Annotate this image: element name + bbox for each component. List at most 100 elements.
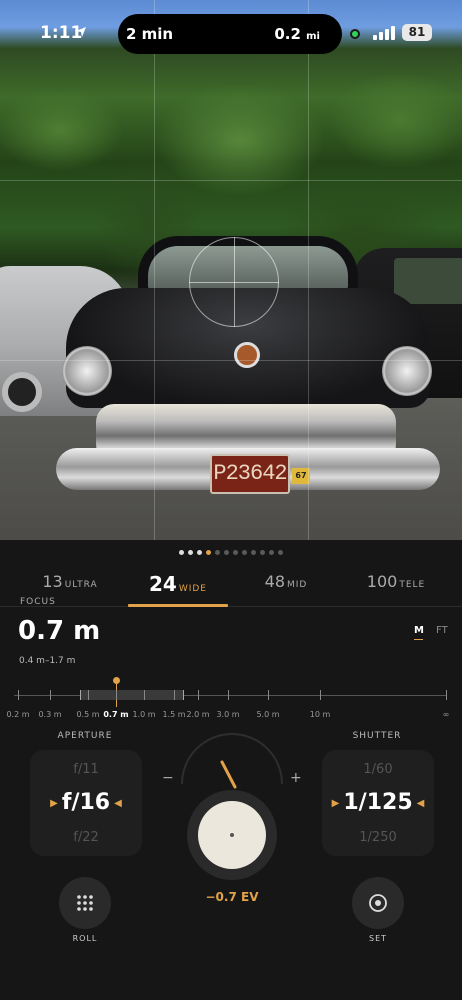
lens-wide-name: WIDE [178, 584, 207, 594]
focus-scale-label: 0.2 m [6, 710, 30, 719]
page-dots[interactable] [0, 550, 462, 556]
shutter-current-value: 1/125 [343, 790, 413, 815]
focus-scale-tick [320, 690, 321, 700]
focus-scale-label: 2.0 m [186, 710, 210, 719]
focus-scale-label: 0.5 m [76, 710, 100, 719]
viewfinder[interactable]: P23642 67 [0, 0, 462, 540]
car-headlight-right [382, 346, 432, 396]
page-dot[interactable] [269, 550, 274, 555]
arrow-right-icon: ▶ [50, 797, 58, 809]
aperture-current-value: f/16 [61, 790, 111, 815]
cellular-signal-icon [373, 26, 399, 40]
arrow-left-icon: ◀ [114, 797, 122, 809]
page-dot[interactable] [242, 550, 247, 555]
depth-of-field-band [80, 690, 184, 700]
focus-scale-label: ∞ [442, 710, 450, 719]
shutter-label: SHUTTER [352, 731, 402, 741]
grid-icon [77, 895, 93, 911]
focus-scale-label: 1.0 m [132, 710, 156, 719]
page-dot[interactable] [260, 550, 265, 555]
arrow-right-icon: ▶ [331, 797, 340, 809]
lens-baseline [0, 606, 462, 607]
grid-line [0, 180, 462, 181]
unit-meters-toggle[interactable]: M [414, 625, 424, 636]
focus-scale-tick [174, 690, 175, 700]
focus-scale-tick [116, 690, 117, 700]
focus-scale-tick [198, 690, 199, 700]
page-dot[interactable] [278, 550, 283, 555]
focus-scale-label: 3.0 m [216, 710, 240, 719]
grid-line [308, 0, 309, 540]
focus-label: FOCUS [20, 597, 56, 607]
focus-scale-tick [268, 690, 269, 700]
shutter-current: ▶ 1/125 ◀ [322, 790, 434, 815]
aperture-dial[interactable]: f/11 ▶ f/16 ◀ f/22 [30, 750, 142, 856]
live-activity-pill[interactable]: 2 min 0.2 mi [118, 14, 342, 54]
aperture-current: ▶ f/16 ◀ [30, 790, 142, 815]
lens-mid[interactable]: 48 MID [236, 572, 336, 608]
page-dot[interactable] [215, 550, 220, 555]
status-bar: 1:11 2 min 0.2 mi 81 [0, 0, 462, 68]
unit-feet-toggle[interactable]: FT [436, 625, 448, 636]
focus-distance-slider[interactable]: 0.2 m 0.3 m 0.5 m 0.7 m 1.0 m 1.5 m 2.0 m 3.0 m… [0, 677, 462, 728]
pill-distance-value: 0.2 [274, 25, 301, 43]
location-arrow-icon [76, 27, 86, 37]
focus-scale-label: 0.7 m [103, 710, 129, 719]
pill-distance: 0.2 mi [274, 25, 320, 43]
page-dot[interactable] [251, 550, 256, 555]
lens-mid-name: MID [287, 580, 308, 590]
car-badge [234, 342, 260, 368]
camera-in-use-indicator-icon [350, 29, 360, 39]
roll-button[interactable] [59, 877, 111, 929]
focus-scale-tick [228, 690, 229, 700]
pill-duration: 2 min [126, 25, 174, 43]
lens-mid-focal: 48 [264, 572, 285, 591]
exposure-minus[interactable]: − [162, 770, 174, 786]
aperture-next[interactable]: f/22 [30, 830, 142, 845]
lens-tele-focal: 100 [366, 572, 398, 591]
page-dot[interactable] [188, 550, 193, 555]
arrow-left-icon: ◀ [416, 797, 425, 809]
lens-selector: 13 ULTRA 24 WIDE 48 MID 100 TELE [0, 572, 462, 608]
page-dot[interactable] [224, 550, 229, 555]
page-dot[interactable] [233, 550, 238, 555]
focus-scale-tick [88, 690, 89, 700]
aperture-label: APERTURE [57, 731, 113, 741]
focus-slider-handle[interactable] [113, 677, 120, 684]
focus-scale-track [14, 695, 446, 696]
page-dot[interactable] [206, 550, 211, 555]
focus-scale-tick [446, 690, 447, 700]
lens-ultra-name: ULTRA [64, 580, 98, 590]
page-dot[interactable] [197, 550, 202, 555]
car-headlight-left [62, 346, 112, 396]
lens-ultra-focal: 13 [42, 572, 63, 591]
battery-icon: 81 [402, 24, 432, 41]
focus-scale-tick [144, 690, 145, 700]
aperture-prev[interactable]: f/11 [30, 762, 142, 777]
focus-distance-value: 0.7 m [18, 616, 101, 646]
car-left-wheel [2, 372, 42, 412]
set-button[interactable] [352, 877, 404, 929]
focus-scale-label: 5.0 m [256, 710, 280, 719]
shutter-prev[interactable]: 1/60 [322, 762, 434, 777]
depth-of-field-range: 0.4 m–1.7 m [19, 656, 76, 666]
grid-line [154, 0, 155, 540]
roll-label: ROLL [72, 934, 98, 943]
unit-selected-indicator [414, 639, 423, 640]
lens-wide[interactable]: 24 WIDE [128, 572, 228, 608]
focus-scale-label: 0.3 m [38, 710, 62, 719]
lens-tele[interactable]: 100 TELE [346, 572, 446, 608]
set-label: SET [368, 934, 388, 943]
exposure-plus[interactable]: + [290, 770, 302, 786]
focus-scale-tick [50, 690, 51, 700]
lens-active-indicator [128, 604, 228, 607]
shutter-next[interactable]: 1/250 [322, 830, 434, 845]
focus-scale-label: 10 m [309, 710, 331, 719]
grid-line [0, 360, 462, 361]
pill-distance-unit: mi [306, 31, 320, 42]
lens-tele-name: TELE [399, 580, 426, 590]
page-dot[interactable] [179, 550, 184, 555]
shutter-speed-dial[interactable]: 1/60 ▶ 1/125 ◀ 1/250 [322, 750, 434, 856]
focus-reticle-crosshair [234, 237, 235, 327]
exposure-value: −0.7 EV [205, 890, 259, 904]
